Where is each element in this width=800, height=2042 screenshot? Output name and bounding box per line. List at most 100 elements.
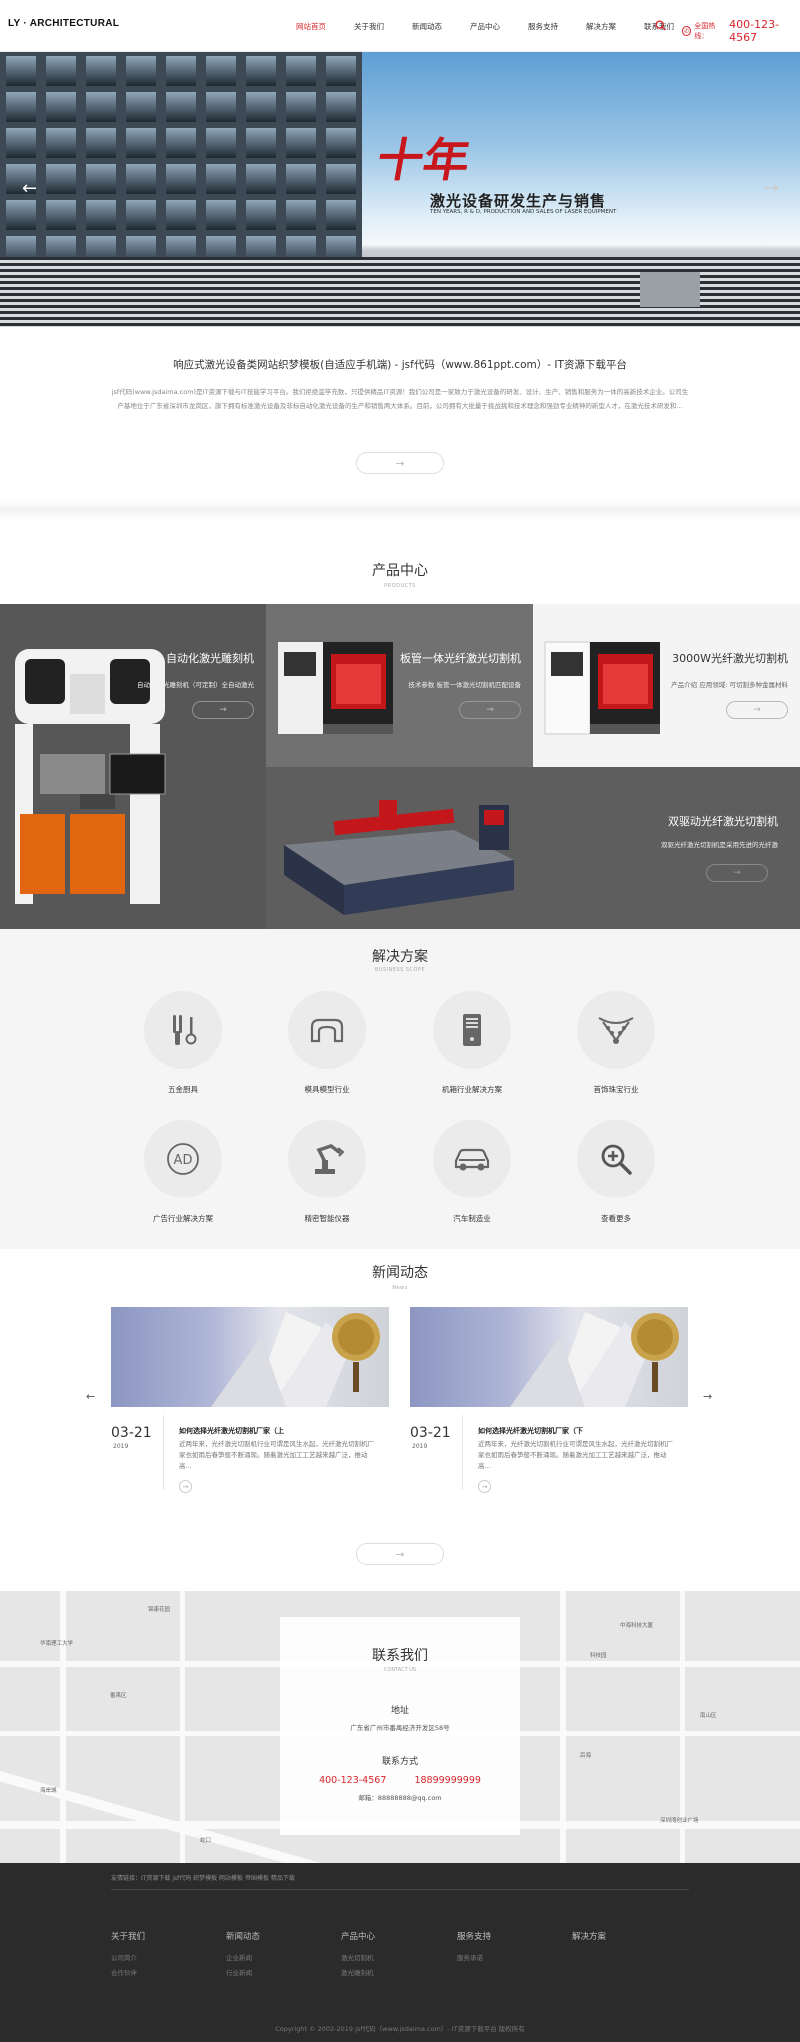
building-window [206, 200, 236, 230]
site-logo[interactable]: LY · ARCHITECTURAL [8, 18, 119, 29]
map-label: 深圳湾创业广场 [660, 1818, 699, 1824]
search-icon[interactable] [655, 20, 666, 31]
footer-col-title[interactable]: 关于我们 [111, 1930, 145, 1942]
solution-item-kitchenware[interactable]: 五金厨具 [123, 991, 243, 1095]
footer-divider [111, 1889, 689, 1890]
contact-email[interactable]: 邮箱：88888888@qq.com [280, 1792, 520, 1802]
map-label: 锦康花园 [148, 1607, 171, 1613]
product-more-button[interactable]: → [192, 701, 254, 719]
building-window [126, 92, 156, 122]
building-window [46, 128, 76, 158]
news-headline[interactable]: 如何选择光纤激光切割机厂家（上 [179, 1426, 284, 1436]
site-footer: 友情链接：IT资源下载 jsf代码 织梦模板 网站模板 帝国模板 精品下载 关于… [0, 1863, 800, 2042]
news-prev-arrow[interactable]: ← [86, 1390, 95, 1403]
news-headline[interactable]: 如何选择光纤激光切割机厂家（下 [478, 1426, 583, 1436]
footer-link[interactable]: 激光雕刻机 [341, 1967, 375, 1977]
news-image [410, 1307, 688, 1407]
building-window [286, 128, 316, 158]
building-window [6, 92, 36, 122]
footer-link[interactable]: 服务承诺 [457, 1952, 491, 1962]
friend-links[interactable]: 友情链接：IT资源下载 jsf代码 织梦模板 网站模板 帝国模板 精品下载 [111, 1873, 295, 1882]
contact-phone-2[interactable]: 18899999999 [414, 1775, 481, 1786]
building-window [46, 200, 76, 230]
contact-phone-1[interactable]: 400-123-4567 [319, 1775, 386, 1786]
footer-col-solutions: 解决方案 [572, 1930, 606, 1952]
map-label: 海岸城 [40, 1788, 57, 1794]
address-value: 广东省广州市番禺经济开发区58号 [350, 1724, 450, 1732]
footer-link[interactable]: 行业新闻 [226, 1967, 260, 1977]
news-year: 2019 [412, 1443, 428, 1450]
intro-title: 响应式激光设备类网站织梦模板(自适应手机端) - jsf代码（www.861pp… [173, 359, 627, 371]
hero-wall-image [640, 272, 700, 307]
intro-more-button[interactable]: → [356, 452, 444, 474]
hotline-label: 全国热线： [694, 22, 716, 40]
building-window [286, 164, 316, 194]
product-more-button[interactable]: → [706, 864, 768, 882]
building-window [6, 56, 36, 86]
product-card-4[interactable]: 双驱动光纤激光切割机 双驱光纤激光切割机是采用先进的光纤激 → [266, 767, 800, 929]
footer-col-support: 服务支持 服务承诺 [457, 1930, 491, 1967]
address-heading: 地址 [390, 1706, 409, 1716]
footer-link[interactable]: 合作伙伴 [111, 1967, 145, 1977]
footer-col-title[interactable]: 服务支持 [457, 1930, 491, 1942]
product-desc: 自动化激光雕刻机（可定制）全自动激光 [137, 681, 254, 689]
building-window [86, 200, 116, 230]
solution-label: 精密智能仪器 [304, 1214, 350, 1223]
nav-item-solutions[interactable]: 解决方案 [586, 21, 616, 32]
news-more-button-main[interactable]: → [356, 1543, 444, 1565]
footer-col-title[interactable]: 产品中心 [341, 1930, 375, 1942]
nav-item-products[interactable]: 产品中心 [470, 21, 500, 32]
solution-item-jewelry[interactable]: 首饰珠宝行业 [556, 991, 676, 1095]
product-card-3[interactable]: 3000W光纤激光切割机 产品介绍 应用领域: 可切割多种金属材料 → [533, 604, 800, 767]
product-card-2[interactable]: 板管一体光纤激光切割机 技术参数 板管一体激光切割机匹配设备 → [266, 604, 533, 767]
news-card-1[interactable]: 03-21 2019 如何选择光纤激光切割机厂家（上 近两年来，光纤激光切割机行… [111, 1307, 389, 1507]
product-desc: 双驱光纤激光切割机是采用先进的光纤激 [661, 841, 778, 849]
nav-item-support[interactable]: 服务支持 [528, 21, 558, 32]
nav-item-news[interactable]: 新闻动态 [412, 21, 442, 32]
contact-method-heading: 联系方式 [381, 1757, 418, 1767]
product-name: 双驱动光纤激光切割机 [668, 815, 778, 828]
building-window [126, 128, 156, 158]
nav-item-about[interactable]: 关于我们 [354, 21, 384, 32]
solution-item-mold[interactable]: 模具模型行业 [267, 991, 387, 1095]
footer-link[interactable]: 激光切割机 [341, 1952, 375, 1962]
news-divider [163, 1415, 164, 1490]
contact-title: 联系我们 [372, 1648, 428, 1664]
footer-col-title[interactable]: 新闻动态 [226, 1930, 260, 1942]
tube-laser-machine-image [278, 642, 393, 734]
product-more-button[interactable]: → [726, 701, 788, 719]
news-title: 新闻动态 [372, 1265, 428, 1281]
products-subtitle: PRODUCTS [384, 583, 416, 589]
footer-link[interactable]: 企业新闻 [226, 1952, 260, 1962]
footer-col-title[interactable]: 解决方案 [572, 1930, 606, 1942]
news-divider [462, 1415, 463, 1490]
zoom-in-icon [577, 1120, 655, 1198]
hero-prev-arrow[interactable]: ← [22, 178, 37, 199]
nav-item-home[interactable]: 网站首页 [296, 21, 326, 32]
solution-item-ad[interactable]: AD 广告行业解决方案 [123, 1120, 243, 1224]
car-icon [433, 1120, 511, 1198]
phone-icon: ✆ [682, 26, 692, 36]
building-window [286, 56, 316, 86]
solution-item-precision[interactable]: 精密智能仪器 [267, 1120, 387, 1224]
building-window [286, 200, 316, 230]
map-label: 南山区 [700, 1713, 717, 1719]
footer-link[interactable]: 公司简介 [111, 1952, 145, 1962]
ad-icon: AD [144, 1120, 222, 1198]
solution-item-automotive[interactable]: 汽车制造业 [412, 1120, 532, 1224]
solution-item-more[interactable]: 查看更多 [556, 1120, 676, 1224]
news-next-arrow[interactable]: → [703, 1390, 712, 1403]
footer-col-about: 关于我们 公司简介 合作伙伴 [111, 1930, 145, 1982]
product-more-button[interactable]: → [459, 701, 521, 719]
building-window [326, 128, 356, 158]
building-window [166, 56, 196, 86]
hero-next-arrow[interactable]: → [764, 178, 779, 199]
building-window [6, 200, 36, 230]
news-more-button[interactable]: → [179, 1480, 192, 1493]
solution-item-chassis[interactable]: 机箱行业解决方案 [412, 991, 532, 1095]
news-card-2[interactable]: 03-21 2019 如何选择光纤激光切割机厂家（下 近两年来，光纤激光切割机行… [410, 1307, 688, 1507]
intro-text: jsf代码(www.jsdaima.com)是IT资源下载与IT技能学习平台。我… [111, 388, 689, 410]
product-card-1[interactable]: 自动化激光雕刻机 自动化激光雕刻机（可定制）全自动激光 → [0, 604, 266, 929]
hotline-number: 400-123-4567 [729, 18, 780, 44]
news-more-button[interactable]: → [478, 1480, 491, 1493]
